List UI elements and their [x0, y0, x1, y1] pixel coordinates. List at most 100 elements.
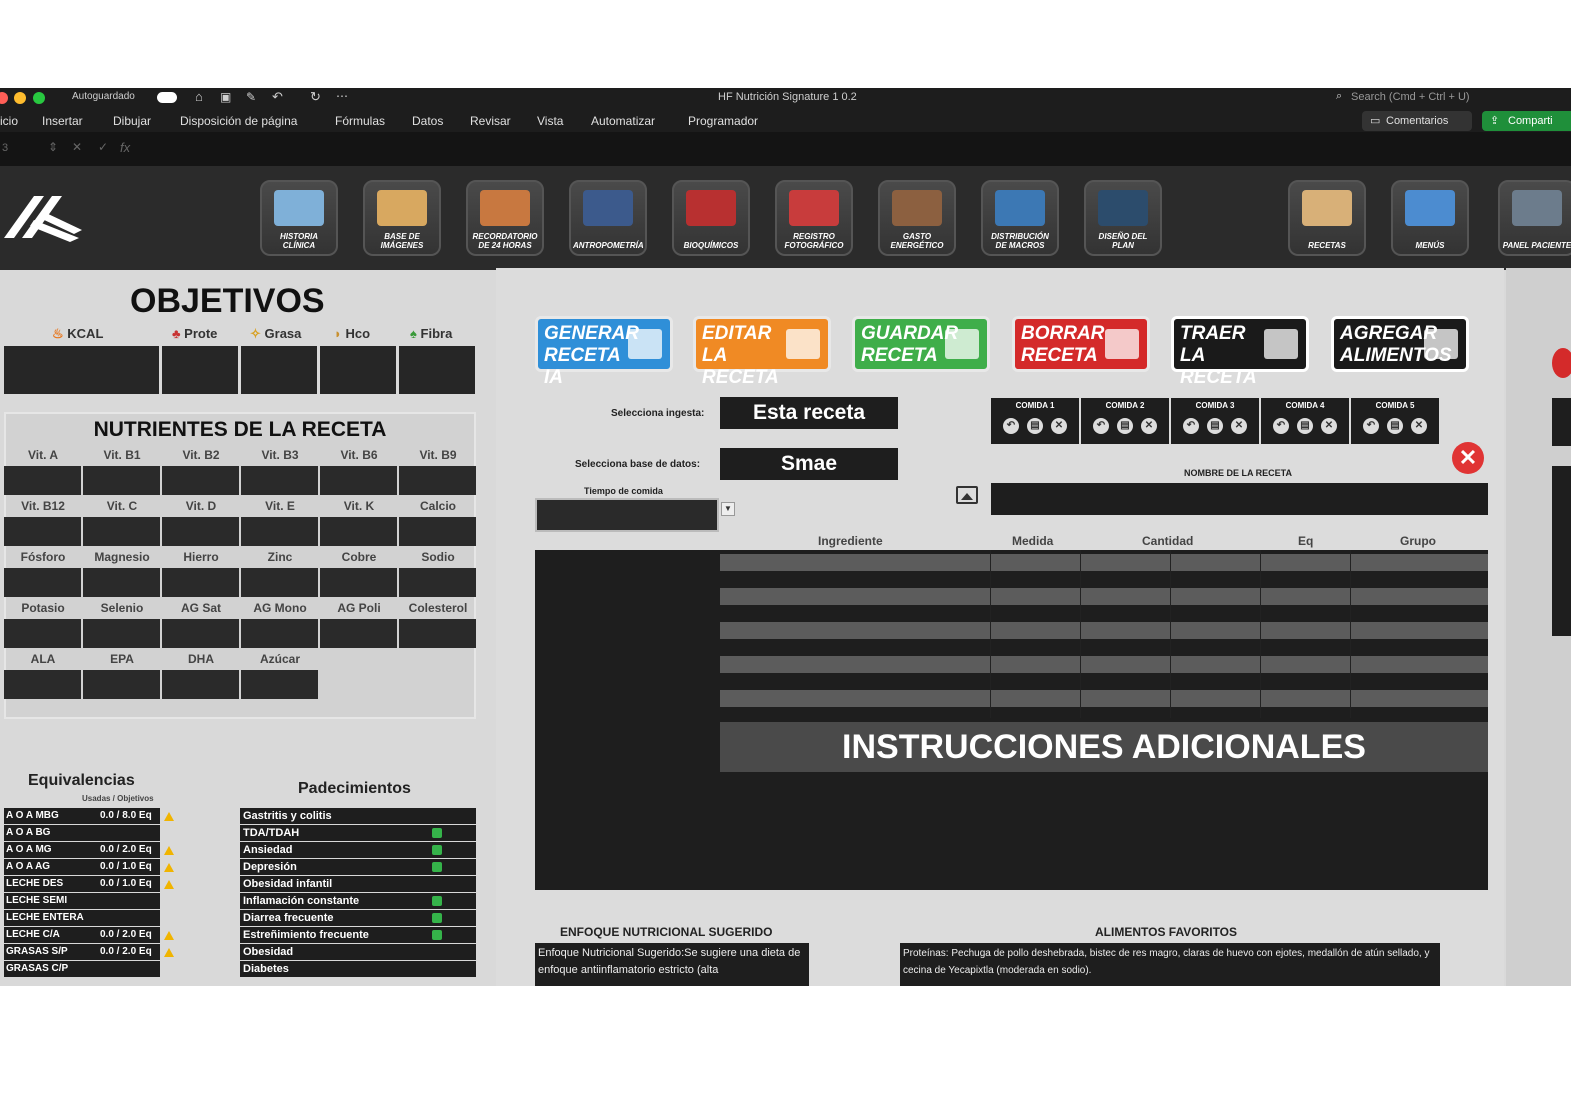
tiempo-comida-select[interactable]: [535, 498, 719, 532]
menu-inicio[interactable]: icio: [0, 114, 18, 128]
padecimiento-row[interactable]: Gastritis y colitis: [240, 808, 476, 824]
undo-icon[interactable]: ↶: [1363, 418, 1379, 434]
nutrient-value-cell[interactable]: [162, 517, 239, 546]
ribbon-tile-2[interactable]: BASE DE IMÁGENES: [363, 180, 441, 256]
nutrient-value-cell[interactable]: [4, 517, 81, 546]
remove-icon[interactable]: ✕: [1321, 418, 1337, 434]
menu-revisar[interactable]: Revisar: [470, 114, 511, 128]
padecimiento-row[interactable]: Obesidad: [240, 944, 476, 960]
close-recipe-icon[interactable]: ✕: [1452, 442, 1484, 474]
action-button-4[interactable]: BORRAR RECETA: [1012, 316, 1150, 372]
action-button-1[interactable]: GENERAR RECETA IA: [535, 316, 673, 388]
nutrient-value-cell[interactable]: [162, 619, 239, 648]
hco-value-cell[interactable]: [320, 346, 396, 394]
more-icon[interactable]: ⋯: [336, 89, 348, 103]
table-row[interactable]: [720, 588, 1488, 605]
home-icon[interactable]: ⌂: [195, 89, 203, 104]
remove-icon[interactable]: ✕: [1411, 418, 1427, 434]
nutrient-value-cell[interactable]: [83, 517, 160, 546]
action-button-3[interactable]: GUARDAR RECETA: [852, 316, 990, 372]
nutrient-value-cell[interactable]: [162, 670, 239, 699]
table-row[interactable]: [720, 622, 1488, 639]
menu-automatizar[interactable]: Automatizar: [591, 114, 655, 128]
padecimiento-row[interactable]: Diabetes: [240, 961, 476, 977]
copy-icon[interactable]: ▤: [1117, 418, 1133, 434]
padecimiento-row[interactable]: Depresión: [240, 859, 476, 875]
ribbon-tile-1[interactable]: HISTORIA CLÍNICA: [260, 180, 338, 256]
ribbon-tile-9[interactable]: DISEÑO DEL PLAN: [1084, 180, 1162, 256]
ingesta-select[interactable]: Esta receta: [720, 397, 898, 429]
nutrient-value-cell[interactable]: [83, 568, 160, 597]
menu-dibujar[interactable]: Dibujar: [113, 114, 151, 128]
autosave-toggle[interactable]: [157, 92, 177, 103]
remove-icon[interactable]: ✕: [1141, 418, 1157, 434]
search-input[interactable]: Search (Cmd + Ctrl + U): [1351, 91, 1470, 103]
nutrient-value-cell[interactable]: [320, 466, 397, 495]
nutrient-value-cell[interactable]: [399, 466, 476, 495]
ribbon-tile-7[interactable]: GASTO ENERGÉTICO: [878, 180, 956, 256]
ribbon-tile-3[interactable]: RECORDATORIO DE 24 HORAS: [466, 180, 544, 256]
nutrient-value-cell[interactable]: [4, 670, 81, 699]
nutrient-value-cell[interactable]: [320, 619, 397, 648]
cell-reference[interactable]: 3: [2, 142, 8, 154]
share-button[interactable]: ⇪ Comparti: [1482, 111, 1571, 131]
action-button-5[interactable]: TRAER LA RECETA: [1171, 316, 1309, 388]
chevron-down-icon[interactable]: ▼: [721, 502, 735, 516]
menu-disposicion[interactable]: Disposición de página: [180, 114, 297, 128]
nutrient-value-cell[interactable]: [241, 517, 318, 546]
menu-vista[interactable]: Vista: [537, 114, 563, 128]
ribbon-tile-12[interactable]: PANEL PACIENTE: [1498, 180, 1571, 256]
comments-button[interactable]: ▭ Comentarios: [1362, 111, 1472, 131]
nutrient-value-cell[interactable]: [241, 466, 318, 495]
ribbon-tile-10[interactable]: RECETAS: [1288, 180, 1366, 256]
ribbon-tile-4[interactable]: ANTROPOMETRÍA: [569, 180, 647, 256]
undo-icon[interactable]: ↶: [1183, 418, 1199, 434]
ribbon-tile-5[interactable]: BIOQUÍMICOS: [672, 180, 750, 256]
nutrient-value-cell[interactable]: [241, 619, 318, 648]
nutrient-value-cell[interactable]: [399, 568, 476, 597]
menu-insertar[interactable]: Insertar: [42, 114, 83, 128]
copy-icon[interactable]: ▤: [1207, 418, 1223, 434]
undo-icon[interactable]: ↶: [1273, 418, 1289, 434]
nutrient-value-cell[interactable]: [162, 466, 239, 495]
padecimiento-row[interactable]: Ansiedad: [240, 842, 476, 858]
zoom-window-button[interactable]: [33, 92, 45, 104]
menu-programador[interactable]: Programador: [688, 114, 758, 128]
nutrient-value-cell[interactable]: [4, 619, 81, 648]
menu-formulas[interactable]: Fórmulas: [335, 114, 385, 128]
undo-icon[interactable]: ↶: [1003, 418, 1019, 434]
cancel-icon[interactable]: ✕: [72, 140, 82, 154]
copy-icon[interactable]: ▤: [1297, 418, 1313, 434]
action-button-6[interactable]: AGREGAR ALIMENTOS: [1331, 316, 1469, 372]
copy-icon[interactable]: ▤: [1387, 418, 1403, 434]
close-window-button[interactable]: [0, 92, 8, 104]
confirm-icon[interactable]: ✓: [98, 140, 108, 154]
nutrient-value-cell[interactable]: [83, 670, 160, 699]
nutrient-value-cell[interactable]: [241, 568, 318, 597]
nutrient-value-cell[interactable]: [4, 568, 81, 597]
nutrient-value-cell[interactable]: [320, 517, 397, 546]
remove-icon[interactable]: ✕: [1051, 418, 1067, 434]
nutrient-value-cell[interactable]: [399, 517, 476, 546]
save-icon[interactable]: ▣: [220, 90, 231, 104]
close-icon[interactable]: [1552, 348, 1571, 378]
copy-icon[interactable]: ▤: [1027, 418, 1043, 434]
edit-icon[interactable]: ✎: [246, 90, 256, 104]
padecimiento-row[interactable]: Estreñimiento frecuente: [240, 927, 476, 943]
ribbon-tile-8[interactable]: DISTRIBUCIÓN DE MACROS: [981, 180, 1059, 256]
menu-datos[interactable]: Datos: [412, 114, 443, 128]
ribbon-tile-11[interactable]: MENÚS: [1391, 180, 1469, 256]
redo-icon[interactable]: ↻: [310, 89, 321, 105]
action-button-2[interactable]: EDITAR LA RECETA: [693, 316, 831, 388]
padecimiento-row[interactable]: Inflamación constante: [240, 893, 476, 909]
minimize-window-button[interactable]: [14, 92, 26, 104]
nutrient-value-cell[interactable]: [162, 568, 239, 597]
stepper-icon[interactable]: ⇕: [48, 140, 58, 154]
nutrient-value-cell[interactable]: [83, 466, 160, 495]
grasa-value-cell[interactable]: [241, 346, 317, 394]
nutrient-value-cell[interactable]: [83, 619, 160, 648]
table-row[interactable]: [720, 690, 1488, 707]
undo-icon[interactable]: ↶: [272, 89, 283, 105]
nutrient-value-cell[interactable]: [399, 619, 476, 648]
fibra-value-cell[interactable]: [399, 346, 475, 394]
